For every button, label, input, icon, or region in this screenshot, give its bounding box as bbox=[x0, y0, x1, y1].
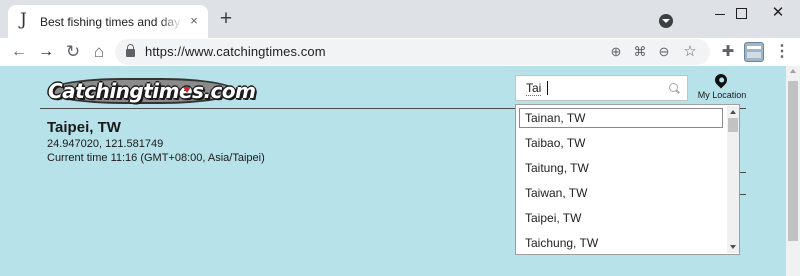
tab-strip: J Best fishing times and days | Ca × + ✕ bbox=[0, 0, 800, 38]
suggestion-item[interactable]: Taitung, TW bbox=[516, 156, 726, 180]
new-tab-button[interactable]: + bbox=[216, 8, 236, 29]
map-pin-icon bbox=[712, 71, 730, 89]
my-location-label: My Location bbox=[697, 90, 747, 100]
suggestion-dropdown[interactable]: Tainan, TW Taibao, TW Taitung, TW Taiwan… bbox=[515, 104, 740, 255]
install-app-icon[interactable]: ⊕ bbox=[607, 43, 625, 61]
site-logo[interactable]: Catchingtimes.com bbox=[48, 76, 256, 106]
scroll-down-icon[interactable] bbox=[730, 245, 736, 249]
location-coordinates: 24.947020, 121.581749 bbox=[47, 138, 164, 150]
tab-title: Best fishing times and days | Ca bbox=[40, 15, 180, 29]
text-caret bbox=[547, 81, 548, 95]
close-icon[interactable]: × bbox=[186, 13, 202, 29]
search-icon[interactable] bbox=[669, 83, 678, 92]
page-content: Catchingtimes.com Taipei, TW 24.947020, … bbox=[0, 66, 786, 276]
logo-text: Catchingtimes.com bbox=[48, 79, 256, 103]
suggestion-item[interactable]: Taiwan, TW bbox=[516, 181, 726, 205]
forward-button[interactable]: → bbox=[36, 42, 56, 62]
scroll-up-icon[interactable] bbox=[730, 110, 736, 114]
page-scrollbar[interactable] bbox=[786, 66, 800, 276]
dropdown-scrollbar[interactable] bbox=[727, 106, 739, 253]
window-close-button[interactable]: ✕ bbox=[756, 0, 800, 28]
menu-icon[interactable]: ⋮ bbox=[774, 41, 790, 63]
home-button[interactable]: ⌂ bbox=[89, 42, 109, 62]
zoom-icon[interactable]: ⊖ bbox=[655, 43, 673, 61]
scrollbar-thumb[interactable] bbox=[728, 118, 738, 132]
divider bbox=[740, 194, 746, 195]
browser-tab[interactable]: J Best fishing times and days | Ca × bbox=[8, 5, 208, 38]
translate-icon[interactable]: ⌘ bbox=[631, 43, 649, 61]
current-time: Current time 11:16 (GMT+08:00, Asia/Taip… bbox=[47, 152, 265, 164]
reload-button[interactable]: ↻ bbox=[63, 42, 83, 62]
back-button[interactable]: ← bbox=[9, 42, 29, 62]
divider bbox=[740, 172, 746, 173]
profile-avatar-icon[interactable] bbox=[744, 42, 764, 62]
my-location-button[interactable]: My Location bbox=[694, 71, 750, 102]
suggestion-item[interactable]: Tainan, TW bbox=[519, 108, 723, 128]
tab-search-icon[interactable] bbox=[659, 14, 673, 28]
extensions-icon[interactable]: ✚ bbox=[718, 42, 738, 62]
suggestion-item[interactable]: Taichung, TW bbox=[516, 231, 726, 255]
fishhook-icon bbox=[183, 87, 191, 93]
bookmark-star-icon[interactable]: ☆ bbox=[681, 43, 699, 61]
search-value: Tai bbox=[526, 81, 542, 96]
address-bar[interactable]: https://www.catchingtimes.com ⊕ ⌘ ⊖ ☆ bbox=[115, 39, 710, 65]
lock-icon[interactable] bbox=[126, 44, 135, 57]
suggestion-item[interactable]: Taipei, TW bbox=[516, 206, 726, 230]
url-text[interactable]: https://www.catchingtimes.com bbox=[145, 44, 326, 59]
fishhook-icon: J bbox=[20, 10, 27, 30]
scroll-up-icon[interactable] bbox=[790, 69, 796, 73]
suggestion-item[interactable]: Taibao, TW bbox=[516, 131, 726, 155]
browser-toolbar: ← → ↻ ⌂ https://www.catchingtimes.com ⊕ … bbox=[0, 38, 800, 66]
location-search-input[interactable]: Tai bbox=[515, 75, 688, 101]
scrollbar-thumb[interactable] bbox=[788, 81, 798, 241]
location-name: Taipei, TW bbox=[47, 119, 121, 136]
